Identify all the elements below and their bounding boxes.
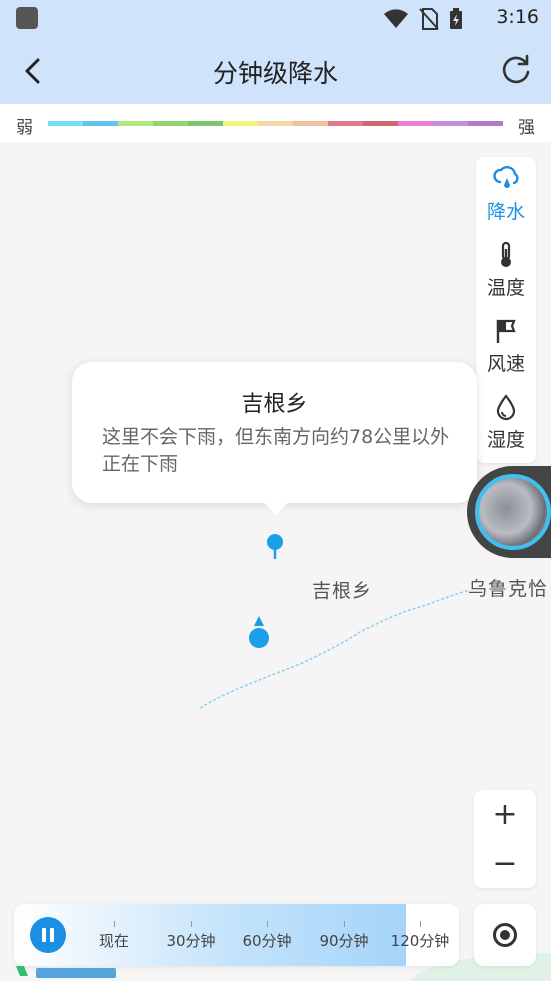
legend-color-segment xyxy=(153,121,188,126)
legend-color-segment xyxy=(83,121,118,126)
water-drop-icon xyxy=(496,394,516,421)
wind-flag-icon xyxy=(496,319,516,343)
timeline-label-120[interactable]: 120分钟 xyxy=(391,930,450,951)
timeline-label-30[interactable]: 30分钟 xyxy=(166,930,215,951)
layer-precip-label: 降水 xyxy=(486,201,525,223)
timeline-tick xyxy=(344,921,345,927)
layer-humidity-label: 湿度 xyxy=(486,429,525,451)
legend-color-segment xyxy=(188,121,223,126)
locate-me-button[interactable] xyxy=(474,904,536,966)
battery-charging-icon xyxy=(450,8,462,29)
timeline-tick xyxy=(420,921,421,927)
layer-temperature-label: 温度 xyxy=(486,277,525,299)
legend-color-segment xyxy=(118,121,153,126)
app-header: 分钟级降水 xyxy=(0,38,551,104)
legend-color-segment xyxy=(293,121,328,126)
legend-color-segment xyxy=(258,121,293,126)
zoom-out-button[interactable]: − xyxy=(474,839,536,888)
map-label-town: 吉根乡 xyxy=(312,580,373,602)
thermometer-icon xyxy=(501,241,511,267)
legend-color-segment xyxy=(223,121,258,126)
legend-color-segment xyxy=(363,121,398,126)
refresh-icon[interactable] xyxy=(499,53,533,87)
layer-humidity[interactable]: 湿度 xyxy=(476,385,536,457)
map-label-neighbor: 乌鲁克恰 xyxy=(468,578,549,600)
zoom-in-button[interactable]: + xyxy=(474,790,536,839)
pause-button[interactable] xyxy=(30,917,66,953)
clock: 3:16 xyxy=(496,6,539,28)
wifi-icon xyxy=(384,9,408,28)
river-line xyxy=(199,589,551,981)
layer-temperature[interactable]: 温度 xyxy=(476,233,536,305)
forecast-timeline[interactable]: 现在 30分钟 60分钟 90分钟 120分钟 xyxy=(14,904,459,966)
zoom-controls: + − xyxy=(474,790,536,888)
layer-wind[interactable]: 风速 xyxy=(476,309,536,381)
legend-color-segment xyxy=(433,121,468,126)
legend-color-segment xyxy=(328,121,363,126)
map-pin-icon[interactable] xyxy=(266,533,286,561)
map-provider-logo xyxy=(16,966,116,978)
legend-color-segment xyxy=(398,121,433,126)
camera-preview-image xyxy=(475,474,551,550)
page-title: 分钟级降水 xyxy=(212,59,338,88)
app-notification-icon xyxy=(16,7,38,29)
map-view[interactable] xyxy=(0,142,551,981)
layer-selector: 降水 温度 风速 湿度 xyxy=(476,157,536,463)
layer-precip[interactable]: 降水 xyxy=(476,157,536,229)
timeline-label-now[interactable]: 现在 xyxy=(99,930,129,951)
legend-weak-label: 弱 xyxy=(16,118,33,138)
timeline-label-90[interactable]: 90分钟 xyxy=(319,930,368,951)
legend-color-bar xyxy=(48,121,503,126)
no-sim-icon xyxy=(419,8,439,30)
popup-description: 这里不会下雨，但东南方向约78公里以外正在下雨 xyxy=(102,426,450,475)
layer-wind-label: 风速 xyxy=(486,353,525,375)
timeline-label-60[interactable]: 60分钟 xyxy=(242,930,291,951)
legend-color-segment xyxy=(48,121,83,126)
popup-title: 吉根乡 xyxy=(241,392,308,417)
timeline-tick xyxy=(191,921,192,927)
status-bar: 3:16 xyxy=(0,0,551,38)
precip-intensity-legend: 弱 强 xyxy=(0,104,551,142)
live-camera-thumbnail[interactable] xyxy=(467,466,551,558)
location-info-popup: 吉根乡 这里不会下雨，但东南方向约78公里以外正在下雨 xyxy=(72,362,477,515)
legend-color-segment xyxy=(468,121,503,126)
cloud-rain-icon xyxy=(493,166,519,188)
current-location-icon xyxy=(249,616,269,648)
timeline-tick xyxy=(267,921,268,927)
legend-strong-label: 强 xyxy=(518,118,535,138)
timeline-tick xyxy=(114,921,115,927)
